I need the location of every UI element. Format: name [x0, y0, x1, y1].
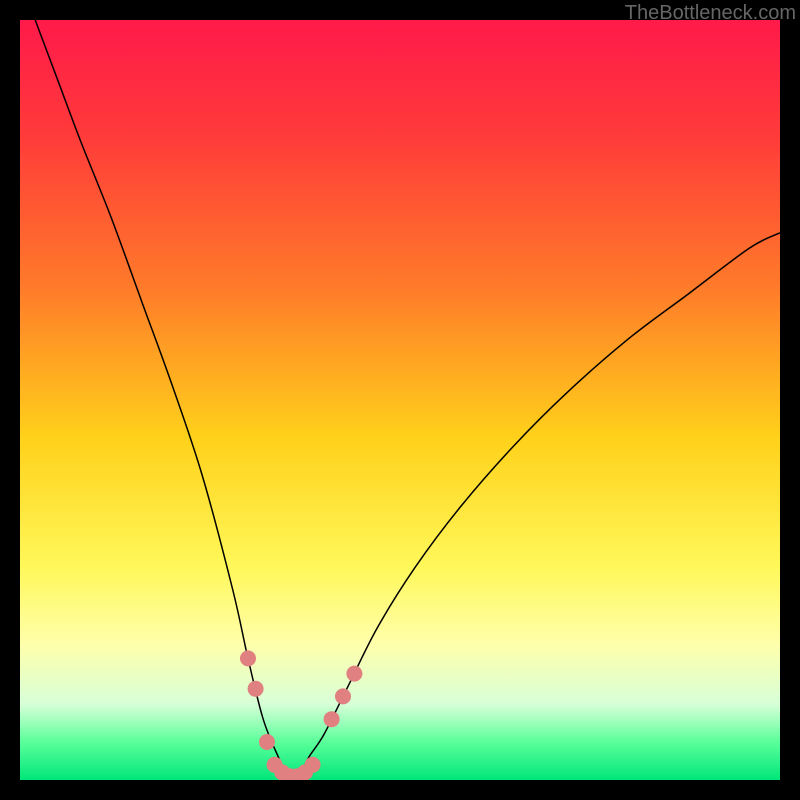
highlight-point: [324, 711, 340, 727]
highlight-point: [240, 650, 256, 666]
highlight-point: [305, 757, 321, 773]
highlight-point: [335, 688, 351, 704]
highlight-point: [346, 666, 362, 682]
bottleneck-chart: [20, 20, 780, 780]
watermark-text: TheBottleneck.com: [625, 2, 796, 25]
highlight-point: [248, 681, 264, 697]
highlight-point: [259, 734, 275, 750]
chart-frame: [20, 20, 780, 780]
gradient-background: [20, 20, 780, 780]
